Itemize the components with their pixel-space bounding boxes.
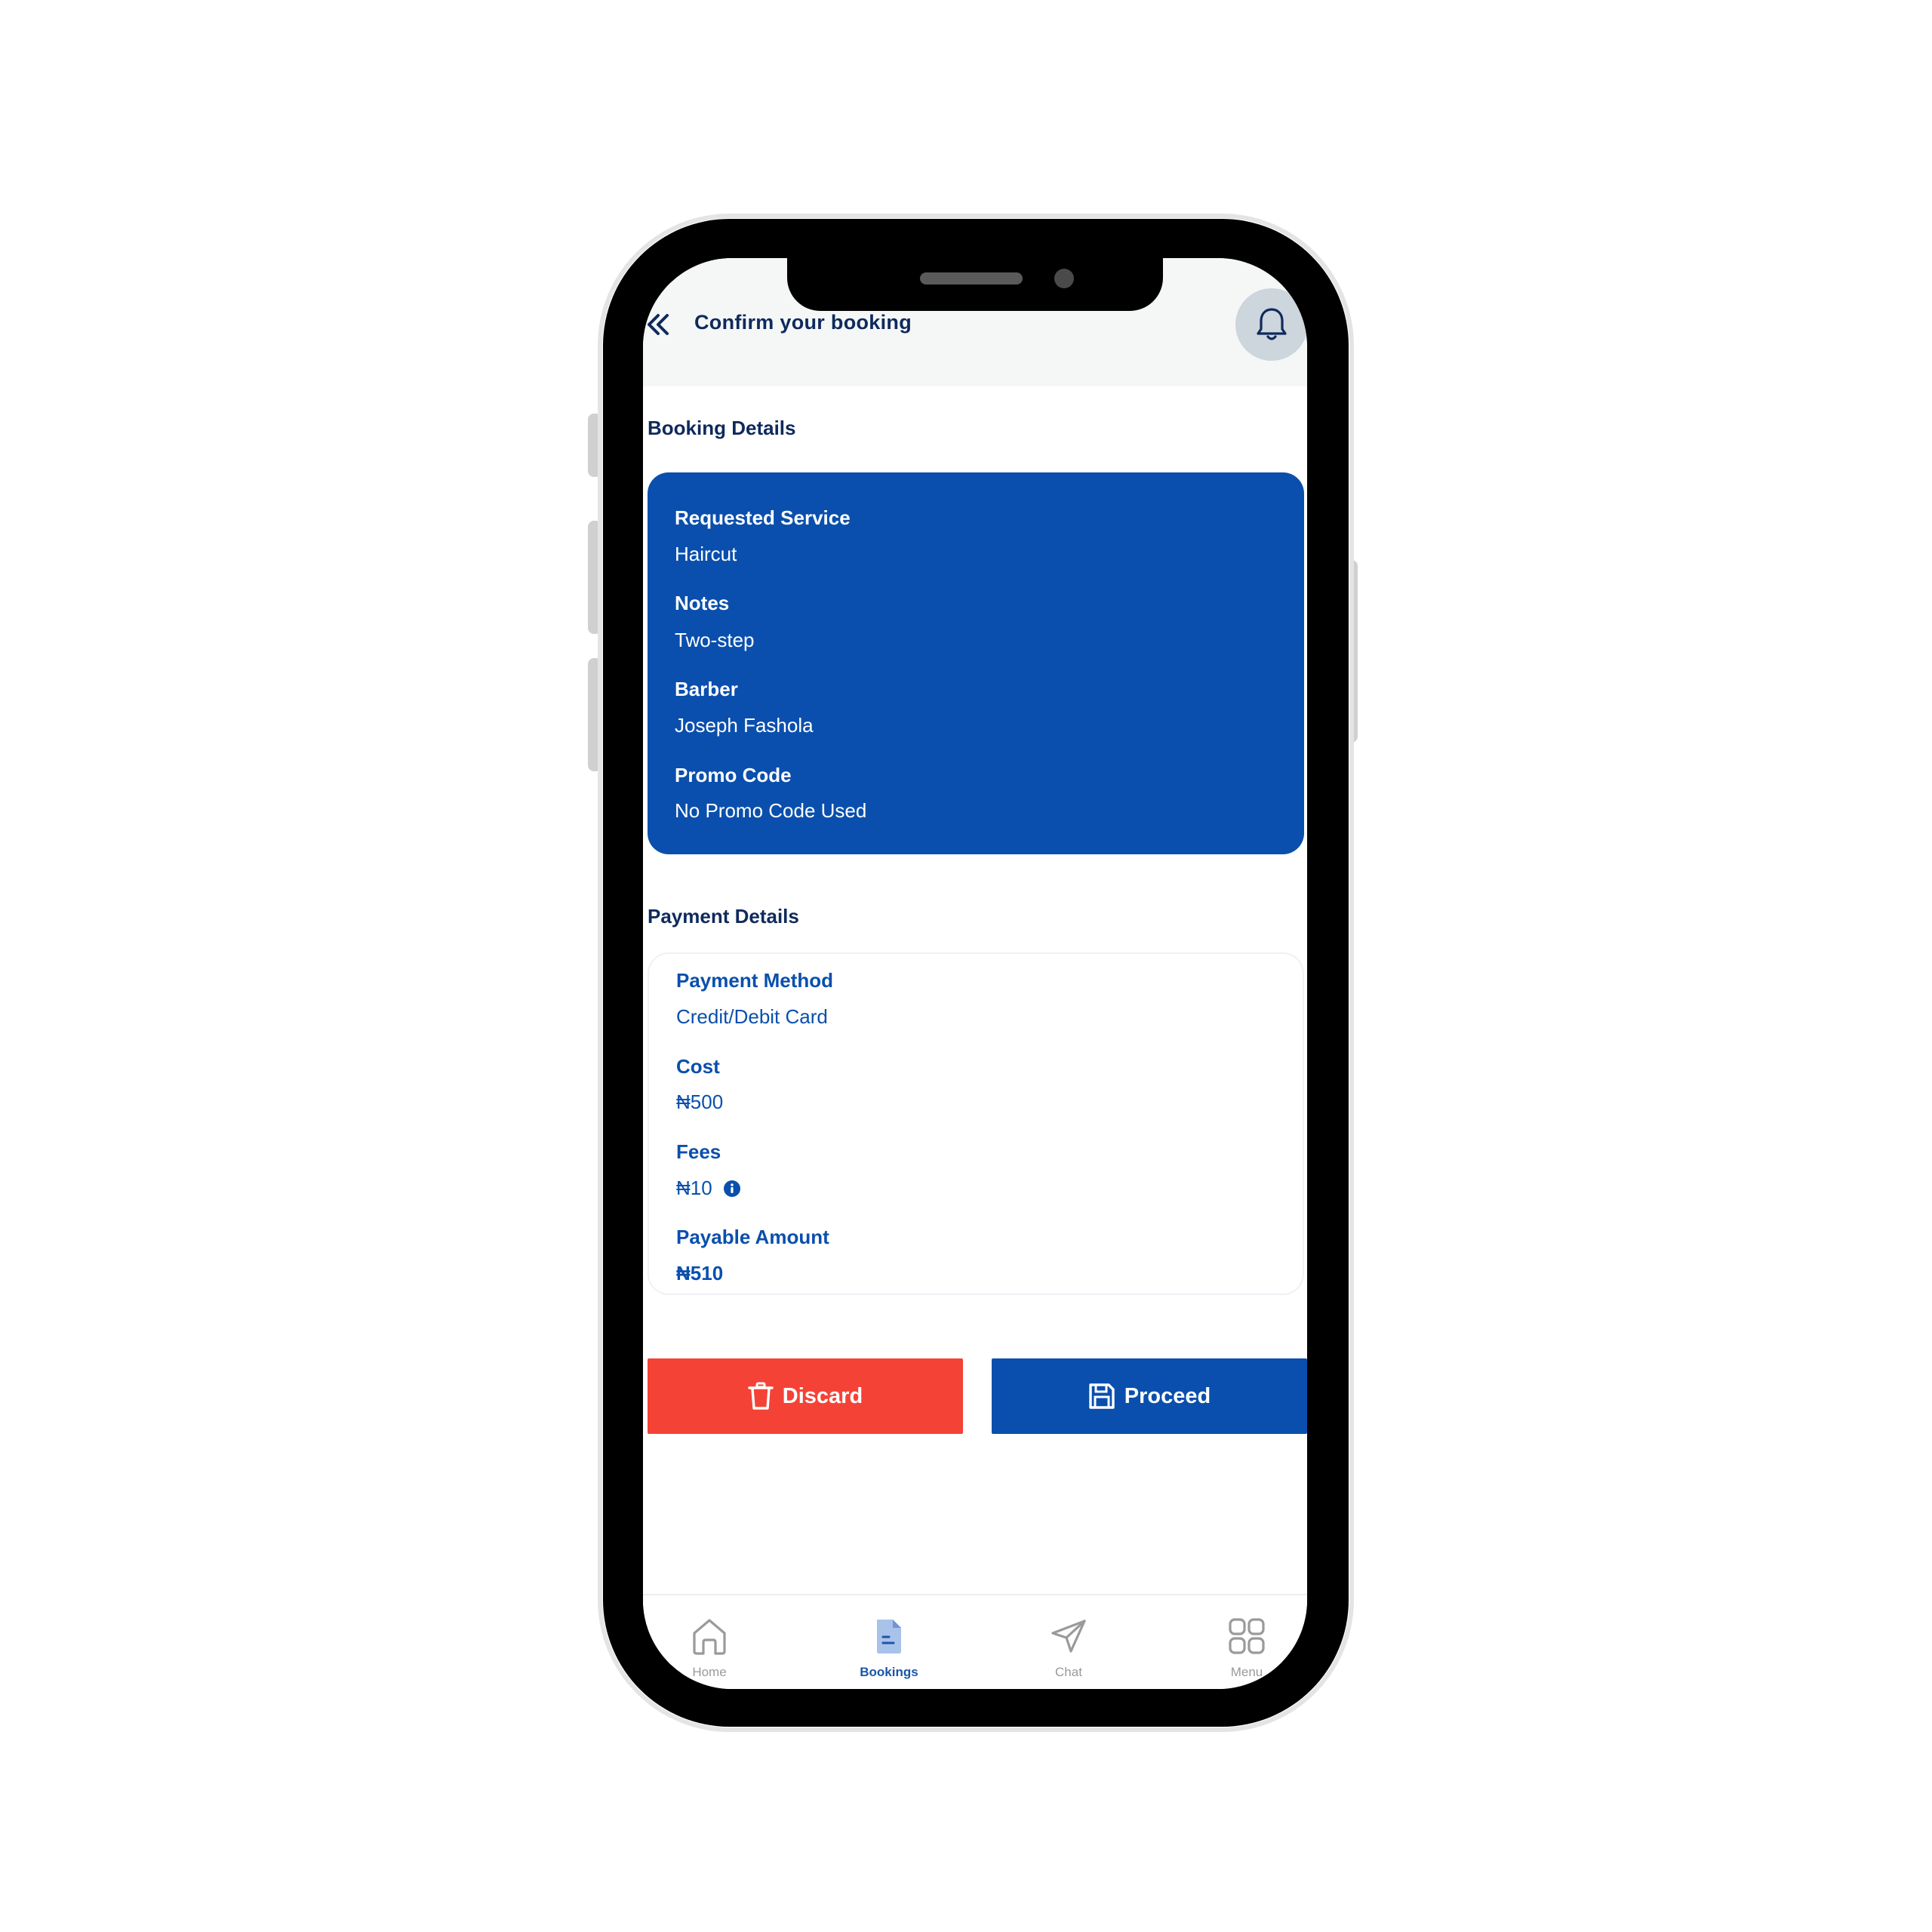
cost-value: ₦500 bbox=[676, 1091, 724, 1113]
double-chevron-left-icon[interactable] bbox=[643, 309, 673, 340]
tab-bookings-label: Bookings bbox=[860, 1665, 918, 1679]
front-camera bbox=[1054, 269, 1074, 288]
discard-button[interactable]: Discard bbox=[648, 1358, 963, 1434]
proceed-button-label: Proceed bbox=[1124, 1383, 1211, 1408]
cost-label: Cost bbox=[676, 1055, 720, 1078]
info-icon[interactable] bbox=[724, 1180, 740, 1197]
payment-method-label: Payment Method bbox=[676, 969, 834, 992]
proceed-button[interactable]: Proceed bbox=[992, 1358, 1307, 1434]
promo-code-label: Promo Code bbox=[675, 764, 792, 786]
tab-home[interactable]: Home bbox=[649, 1595, 770, 1686]
barber-value: Joseph Fashola bbox=[675, 714, 814, 737]
payable-amount-value: ₦510 bbox=[676, 1262, 724, 1284]
tab-chat-label: Chat bbox=[1055, 1665, 1082, 1679]
notes-value: Two-step bbox=[675, 629, 755, 651]
requested-service-value: Haircut bbox=[675, 543, 737, 565]
booking-details-heading: Booking Details bbox=[648, 417, 796, 439]
fees-label: Fees bbox=[676, 1140, 721, 1163]
page-title: Confirm your booking bbox=[694, 311, 912, 334]
tab-bookings[interactable]: Bookings bbox=[829, 1595, 949, 1686]
bell-icon bbox=[1257, 308, 1287, 340]
trash-icon bbox=[748, 1382, 774, 1410]
bottom-tab-bar: Home Bookings Chat Menu bbox=[643, 1594, 1307, 1689]
booking-details-card: Requested Service Haircut Notes Two-step… bbox=[648, 472, 1304, 854]
tab-menu[interactable]: Menu bbox=[1186, 1595, 1307, 1686]
home-icon bbox=[693, 1619, 726, 1655]
promo-code-value: No Promo Code Used bbox=[675, 799, 867, 822]
discard-button-label: Discard bbox=[782, 1383, 863, 1408]
send-icon bbox=[1051, 1620, 1086, 1653]
grid-icon bbox=[1229, 1618, 1265, 1654]
fees-value: ₦10 bbox=[676, 1177, 712, 1199]
save-icon bbox=[1089, 1383, 1115, 1409]
phone-speaker bbox=[920, 272, 1023, 285]
phone-screen: Confirm your booking Booking Details Req… bbox=[643, 258, 1307, 1689]
payable-amount-label: Payable Amount bbox=[676, 1226, 829, 1248]
notes-label: Notes bbox=[675, 592, 730, 614]
phone-mockup-stage: Confirm your booking Booking Details Req… bbox=[0, 0, 1932, 1932]
payment-details-heading: Payment Details bbox=[648, 905, 799, 928]
notifications-button[interactable] bbox=[1235, 288, 1307, 361]
document-icon bbox=[877, 1620, 901, 1654]
payment-details-card: Payment Method Credit/Debit Card Cost ₦5… bbox=[648, 952, 1304, 1295]
requested-service-label: Requested Service bbox=[675, 506, 851, 529]
tab-menu-label: Menu bbox=[1230, 1665, 1263, 1679]
tab-chat[interactable]: Chat bbox=[1008, 1595, 1129, 1686]
barber-label: Barber bbox=[675, 678, 738, 700]
tab-home-label: Home bbox=[692, 1665, 727, 1679]
payment-method-value: Credit/Debit Card bbox=[676, 1005, 828, 1028]
